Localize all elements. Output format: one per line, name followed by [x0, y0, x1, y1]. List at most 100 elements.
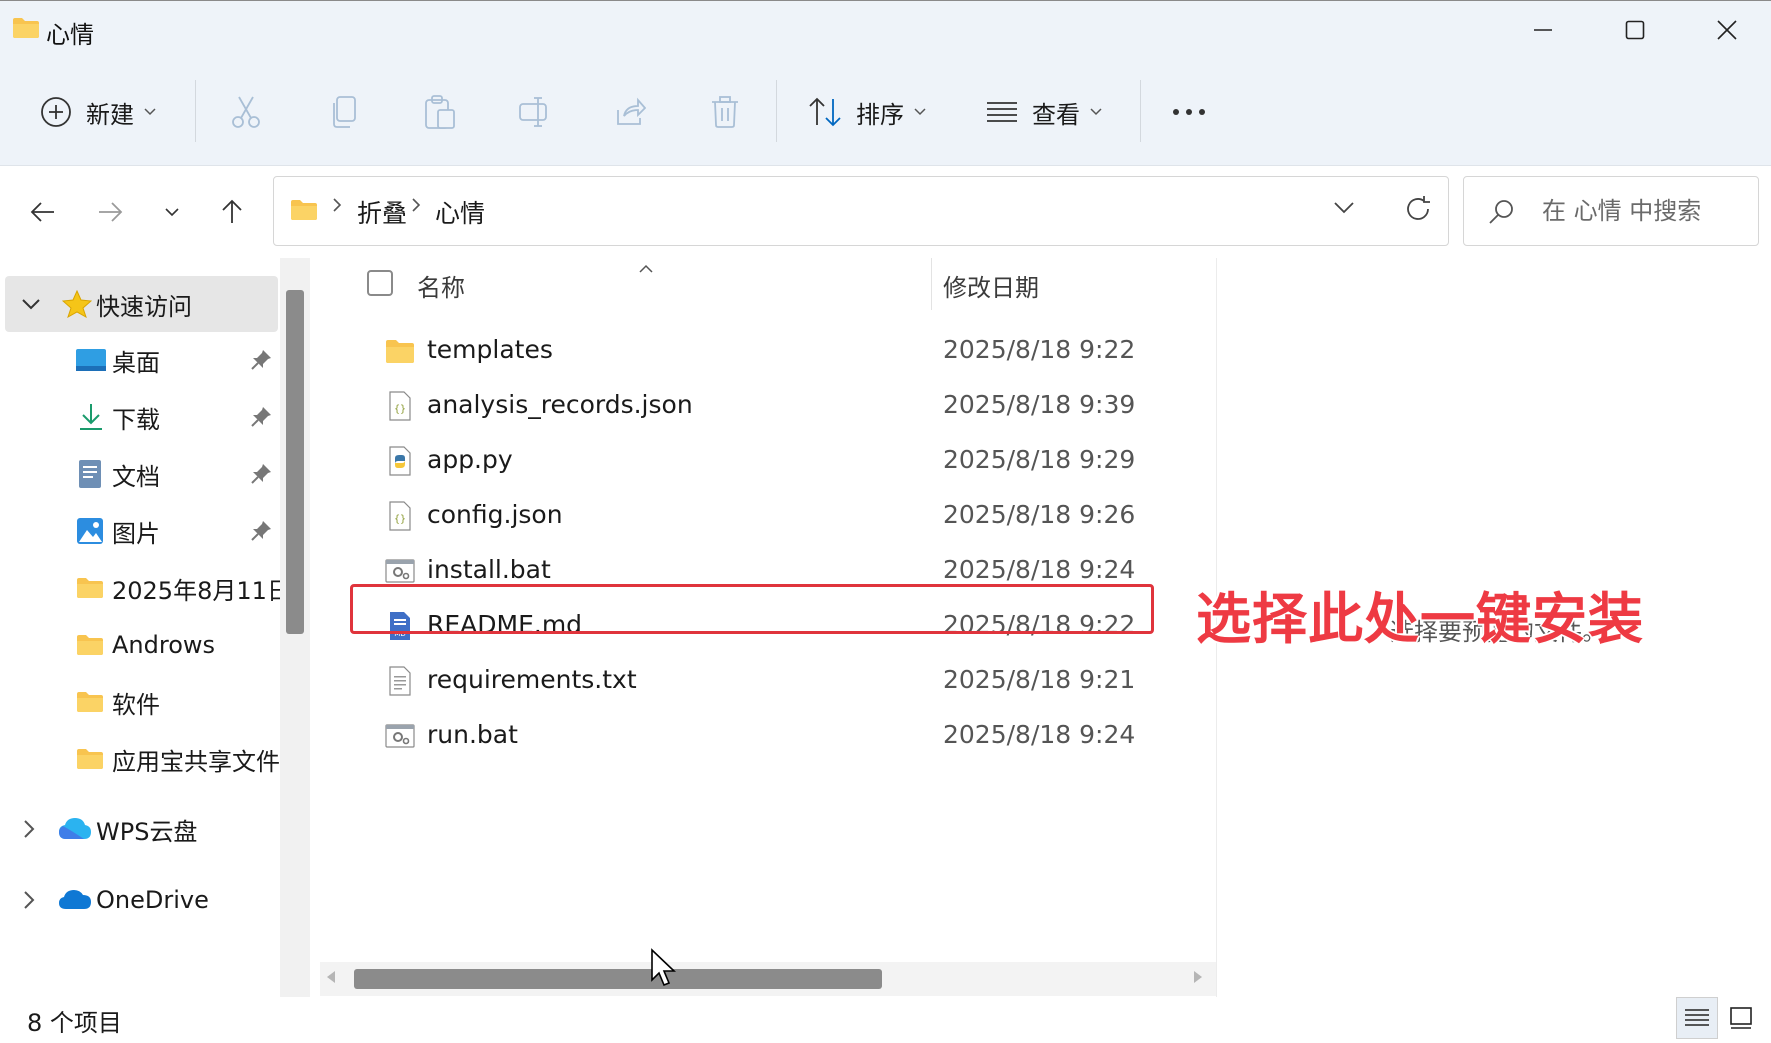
search-input[interactable]	[1542, 193, 1752, 229]
sidebar-item-label: WPS云盘	[96, 817, 198, 846]
new-label: 新建	[86, 100, 134, 129]
select-all-checkbox[interactable]	[367, 270, 393, 296]
forward-button[interactable]	[90, 192, 130, 232]
search-box[interactable]	[1463, 176, 1759, 246]
sidebar-item-documents[interactable]: 文档	[0, 446, 278, 502]
maximize-button[interactable]	[1589, 1, 1681, 59]
folder-icon	[77, 635, 103, 655]
large-icons-view-button[interactable]	[1720, 997, 1762, 1039]
file-row[interactable]: templates 2025/8/18 9:22	[317, 320, 1217, 382]
toolbar-divider	[776, 80, 777, 142]
minimize-icon	[1534, 29, 1552, 31]
folder-icon	[77, 749, 103, 769]
delete-button[interactable]	[710, 58, 740, 166]
up-button[interactable]	[212, 192, 252, 232]
paste-icon	[425, 95, 455, 129]
sidebar-scrollbar-thumb[interactable]	[286, 290, 304, 634]
rename-button[interactable]	[518, 58, 552, 166]
title-bar: 心情	[0, 0, 1771, 58]
sidebar-item-label: 文档	[112, 462, 160, 491]
json-file-icon: {}	[389, 501, 411, 531]
chevron-down-icon	[165, 207, 179, 216]
sidebar-item-label: 图片	[112, 519, 160, 548]
sidebar-item-desktop[interactable]: 桌面	[0, 332, 278, 388]
refresh-icon[interactable]	[1404, 195, 1432, 227]
chevron-right-icon	[332, 197, 342, 216]
view-button[interactable]: 查看	[986, 58, 1102, 166]
document-icon	[79, 460, 101, 488]
file-name: templates	[427, 335, 553, 364]
file-row[interactable]: run.bat 2025/8/18 9:24	[317, 705, 1217, 767]
minimize-button[interactable]	[1497, 1, 1589, 59]
file-name: app.py	[427, 445, 513, 474]
file-date: 2025/8/18 9:24	[943, 555, 1136, 584]
paste-button[interactable]	[424, 58, 456, 166]
download-icon	[80, 404, 102, 430]
sidebar-item-label: 快速访问	[96, 292, 192, 321]
toolbar-divider	[195, 80, 196, 142]
address-bar[interactable]: 折叠 心情	[273, 176, 1449, 246]
sidebar-item-folder[interactable]: Androws	[0, 617, 278, 673]
pin-icon	[251, 407, 271, 427]
file-row[interactable]: requirements.txt 2025/8/18 9:21	[317, 650, 1217, 712]
chevron-down-icon	[22, 298, 40, 309]
address-dropdown-icon[interactable]	[1334, 199, 1354, 218]
sidebar-item-folder[interactable]: 2025年8月11日	[0, 560, 291, 616]
annotation-highlight	[350, 584, 1154, 634]
sidebar-item-label: 下载	[112, 405, 160, 434]
sort-button[interactable]: 排序	[808, 58, 926, 166]
chevron-right-icon	[24, 820, 35, 838]
sidebar-item-onedrive[interactable]: OneDrive	[0, 872, 278, 928]
file-date: 2025/8/18 9:29	[943, 445, 1136, 474]
horizontal-scrollbar-thumb[interactable]	[354, 969, 882, 989]
folder-icon	[12, 17, 40, 43]
sidebar-item-label: Androws	[112, 631, 216, 659]
cut-button[interactable]	[230, 58, 262, 166]
item-count: 8 个项目	[27, 1009, 122, 1037]
file-date: 2025/8/18 9:24	[943, 720, 1136, 749]
copy-button[interactable]	[330, 58, 358, 166]
arrow-right-icon	[99, 202, 123, 222]
column-name[interactable]: 名称	[417, 268, 465, 303]
more-button[interactable]	[1172, 58, 1206, 166]
sidebar-item-pictures[interactable]: 图片	[0, 503, 278, 559]
batch-file-icon	[385, 559, 415, 583]
details-view-icon	[1685, 1009, 1709, 1026]
sort-icon	[809, 97, 841, 127]
sidebar-item-downloads[interactable]: 下载	[0, 389, 278, 445]
maximize-icon	[1625, 20, 1645, 40]
onedrive-icon	[59, 890, 91, 909]
star-icon	[62, 290, 92, 318]
breadcrumb-item[interactable]: 心情	[435, 194, 485, 230]
status-bar: 8 个项目	[0, 997, 1771, 1043]
json-file-icon: {}	[389, 391, 411, 421]
cloud-icon	[59, 818, 91, 839]
sidebar-item-folder[interactable]: 软件	[0, 674, 278, 730]
recent-locations-button[interactable]	[152, 192, 192, 232]
file-name: run.bat	[427, 720, 518, 749]
file-row[interactable]: {} analysis_records.json 2025/8/18 9:39	[317, 375, 1217, 437]
sidebar-item-quick-access[interactable]: 快速访问	[5, 276, 278, 332]
file-row[interactable]: app.py 2025/8/18 9:29	[317, 430, 1217, 492]
breadcrumb-item[interactable]: 折叠	[357, 194, 407, 230]
plus-circle-icon	[41, 97, 71, 127]
column-date[interactable]: 修改日期	[943, 268, 1039, 303]
column-divider[interactable]	[931, 258, 932, 310]
svg-text:{}: {}	[394, 514, 406, 525]
new-button[interactable]: 新建	[40, 58, 156, 166]
sidebar-item-folder[interactable]: 应用宝共享文件	[0, 731, 280, 787]
chevron-down-icon	[914, 108, 926, 116]
file-row[interactable]: {} config.json 2025/8/18 9:26	[317, 485, 1217, 547]
back-button[interactable]	[23, 192, 63, 232]
column-header: 名称 修改日期	[317, 258, 1217, 312]
details-view-button[interactable]	[1676, 997, 1718, 1039]
scroll-right-icon[interactable]	[1193, 970, 1203, 984]
scroll-left-icon[interactable]	[326, 970, 336, 984]
search-icon	[1488, 199, 1514, 229]
sidebar-item-wps[interactable]: WPS云盘	[0, 801, 278, 857]
arrow-up-icon	[222, 199, 242, 223]
share-button[interactable]	[614, 58, 646, 166]
sidebar-item-label: 2025年8月11日	[112, 576, 291, 605]
close-button[interactable]	[1681, 1, 1771, 59]
view-list-icon	[987, 102, 1017, 122]
